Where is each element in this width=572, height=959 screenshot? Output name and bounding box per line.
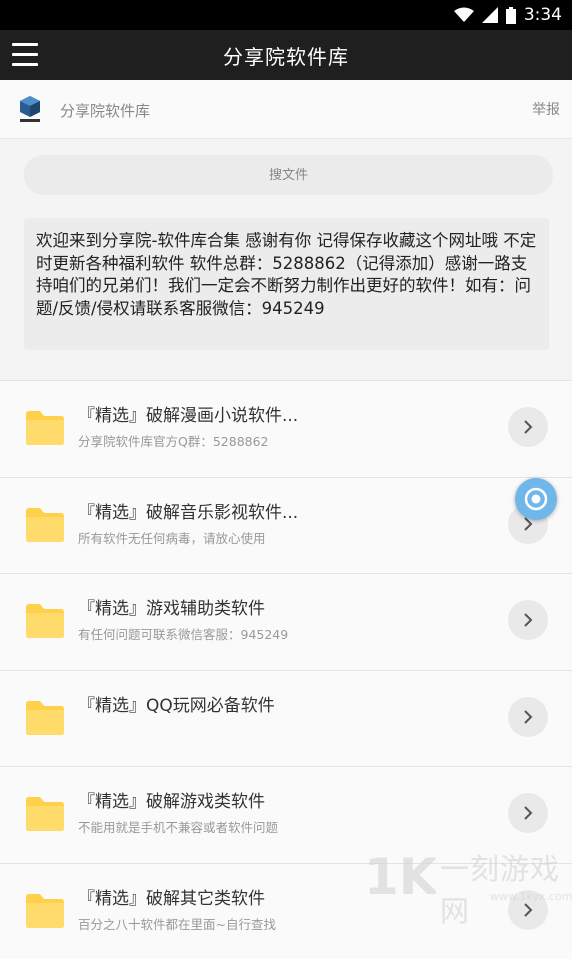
notice-text: 欢迎来到分享院-软件库合集 感谢有你 记得保存收藏这个网址哦 不定时更新各种福利… bbox=[24, 218, 549, 350]
folder-icon bbox=[24, 599, 66, 641]
list-item-subtitle: 所有软件无任何病毒，请放心使用 bbox=[78, 528, 266, 547]
chevron-button[interactable] bbox=[508, 793, 548, 833]
list-item-subtitle: 有任何问题可联系微信客服：945249 bbox=[78, 624, 288, 643]
folder-icon bbox=[24, 889, 66, 931]
target-icon bbox=[523, 486, 549, 512]
folder-icon bbox=[24, 406, 66, 448]
list-item-subtitle: 不能用就是手机不兼容或者软件问题 bbox=[78, 817, 278, 836]
list-item-title: 『精选』破解游戏类软件 bbox=[78, 787, 265, 812]
chevron-right-icon bbox=[522, 902, 534, 918]
list-item[interactable]: 『精选』QQ玩网必备软件 bbox=[0, 670, 572, 767]
list-item[interactable]: 『精选』游戏辅助类软件有任何问题可联系微信客服：945249 bbox=[0, 573, 572, 670]
status-time: 3:34 bbox=[524, 5, 562, 25]
report-link[interactable]: 举报 bbox=[532, 99, 560, 119]
site-name: 分享院软件库 bbox=[60, 100, 150, 121]
list-item[interactable]: 『精选』破解漫画小说软件... 分享院软件库官方Q群：5288862 bbox=[0, 380, 572, 477]
app-bar: 分享院软件库 bbox=[0, 30, 572, 80]
chevron-right-icon bbox=[522, 709, 534, 725]
list-item-title: 『精选』破解音乐影视软件... bbox=[78, 498, 298, 523]
floating-action-button[interactable] bbox=[515, 478, 557, 520]
list-item[interactable]: 『精选』破解音乐影视软件... 所有软件无任何病毒，请放心使用 bbox=[0, 477, 572, 574]
menu-button[interactable] bbox=[12, 43, 38, 67]
list-item[interactable]: 『精选』破解其它类软件百分之八十软件都在里面~自行查找 bbox=[0, 863, 572, 959]
list-item-title: 『精选』游戏辅助类软件 bbox=[78, 594, 265, 619]
list-item-subtitle: 百分之八十软件都在里面~自行查找 bbox=[78, 914, 276, 933]
list-item-title: 『精选』QQ玩网必备软件 bbox=[78, 691, 275, 716]
list-item-subtitle: 分享院软件库官方Q群：5288862 bbox=[78, 431, 269, 450]
status-bar: 3:34 bbox=[0, 0, 572, 30]
chevron-button[interactable] bbox=[508, 890, 548, 930]
chevron-right-icon bbox=[522, 612, 534, 628]
folder-icon bbox=[24, 696, 66, 738]
list-item-title: 『精选』破解漫画小说软件... bbox=[78, 401, 298, 426]
signal-icon bbox=[482, 7, 498, 23]
site-logo-icon bbox=[18, 95, 42, 123]
chevron-button[interactable] bbox=[508, 697, 548, 737]
app-title: 分享院软件库 bbox=[223, 41, 349, 70]
folder-icon bbox=[24, 792, 66, 834]
site-header: 分享院软件库 举报 bbox=[0, 80, 572, 139]
wifi-icon bbox=[454, 7, 474, 23]
search-input[interactable] bbox=[24, 155, 553, 195]
chevron-right-icon bbox=[522, 805, 534, 821]
chevron-button[interactable] bbox=[508, 407, 548, 447]
chevron-button[interactable] bbox=[508, 600, 548, 640]
file-list: 『精选』破解漫画小说软件... 分享院软件库官方Q群：5288862 『精选』破解音… bbox=[0, 380, 572, 959]
battery-icon bbox=[506, 7, 516, 24]
list-item-title: 『精选』破解其它类软件 bbox=[78, 884, 265, 909]
chevron-right-icon bbox=[522, 419, 534, 435]
list-item[interactable]: 『精选』破解游戏类软件不能用就是手机不兼容或者软件问题 bbox=[0, 766, 572, 863]
folder-icon bbox=[24, 503, 66, 545]
